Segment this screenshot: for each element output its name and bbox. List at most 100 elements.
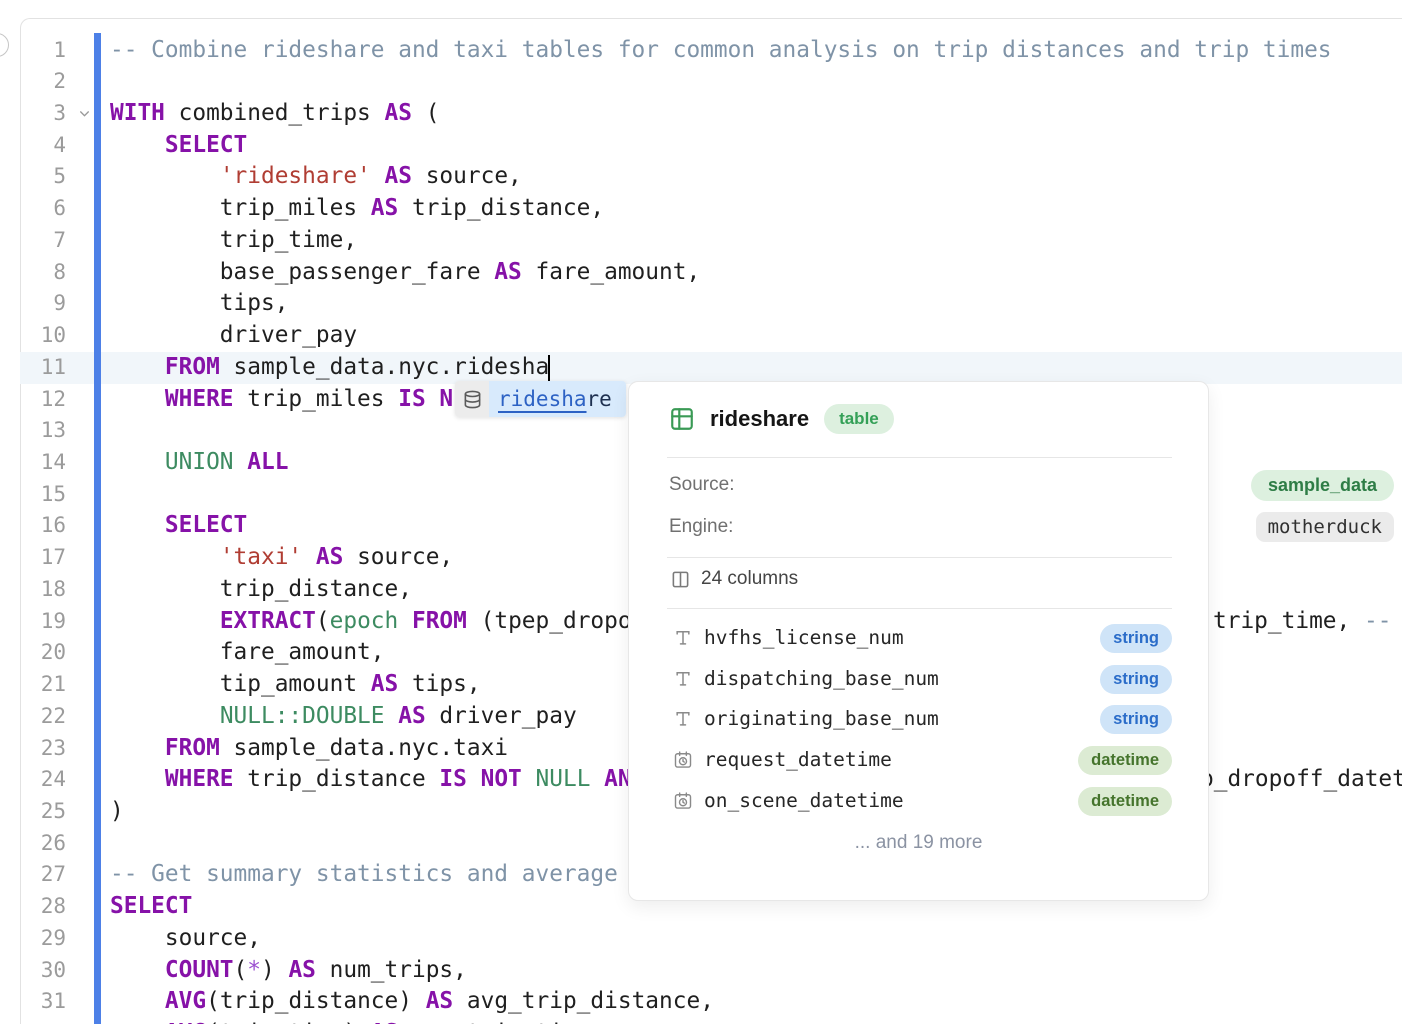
divider	[667, 557, 1172, 558]
code-line[interactable]: tips,	[20, 288, 1402, 320]
code-token	[110, 163, 220, 189]
code-token: IS	[398, 386, 425, 412]
code-token: 'taxi'	[220, 544, 302, 570]
code-token: AVG	[165, 1020, 206, 1024]
code-token: FROM	[412, 608, 467, 634]
line-number: 12	[20, 384, 66, 416]
code-line[interactable]: -- Combine rideshare and taxi tables for…	[20, 35, 1402, 67]
line-number: 13	[20, 415, 66, 447]
code-token: source,	[110, 925, 261, 951]
autocomplete-popup[interactable]: rideshare	[455, 381, 626, 417]
code-line[interactable]: trip_time,	[20, 225, 1402, 257]
source-row: Source: sample_data	[669, 474, 1402, 496]
line-number: 15	[20, 479, 66, 511]
column-row: originating_base_numstring	[629, 700, 1208, 741]
code-line[interactable]: source,	[20, 923, 1402, 955]
code-token: fare_amount,	[110, 639, 385, 665]
active-code-line[interactable]: FROM sample_data.nyc.ridesha	[20, 352, 1402, 384]
clipped-ui-fragment	[0, 33, 9, 57]
line-number: 28	[20, 891, 66, 923]
text-cursor	[548, 355, 550, 381]
autocomplete-item-rideshare[interactable]: rideshare	[489, 381, 626, 417]
column-row: dispatching_base_numstring	[629, 660, 1208, 701]
code-token	[110, 988, 165, 1014]
code-token	[302, 544, 316, 570]
code-line[interactable]	[20, 66, 1402, 98]
code-token	[590, 766, 604, 792]
code-token	[398, 608, 412, 634]
code-line[interactable]: SELECT	[20, 130, 1402, 162]
code-line[interactable]: trip_miles AS trip_distance,	[20, 193, 1402, 225]
line-number: 29	[20, 923, 66, 955]
column-type-badge: string	[1100, 705, 1172, 734]
code-token	[110, 132, 165, 158]
code-token	[110, 735, 165, 761]
code-token: IS	[439, 766, 466, 792]
autocomplete-match-text: ridesha	[498, 387, 587, 411]
line-number: 32	[20, 1018, 66, 1024]
code-token: sample_data.nyc.taxi	[220, 735, 508, 761]
code-line[interactable]: WITH combined_trips AS (	[20, 98, 1402, 130]
line-number: 21	[20, 669, 66, 701]
code-line[interactable]: driver_pay	[20, 320, 1402, 352]
code-token	[110, 449, 165, 475]
code-token: NULL	[536, 766, 591, 792]
code-token	[385, 703, 399, 729]
line-number: 27	[20, 859, 66, 891]
code-token: sample_data.nyc.ridesha	[220, 354, 549, 380]
divider	[667, 457, 1172, 458]
code-token: AS	[494, 259, 521, 285]
code-token: (trip_distance)	[206, 988, 426, 1014]
table-title: rideshare	[710, 406, 809, 432]
code-token: WHERE	[165, 386, 234, 412]
code-token: AS	[371, 195, 398, 221]
code-token: (tpep_dropo	[467, 608, 632, 634]
code-token: UNION	[165, 449, 234, 475]
code-token: driver_pay	[426, 703, 577, 729]
code-token: (	[316, 608, 330, 634]
code-line[interactable]: AVG(trip_distance) AS avg_trip_distance,	[20, 986, 1402, 1018]
code-line[interactable]: base_passenger_fare AS fare_amount,	[20, 257, 1402, 289]
line-number: 3	[20, 98, 66, 130]
columns-icon	[671, 570, 690, 589]
line-number: 1	[20, 35, 66, 67]
code-line[interactable]: AVG(trip_time) AS avg_trip_time,	[20, 1018, 1402, 1024]
code-token: combined_trips	[165, 100, 385, 126]
code-line[interactable]: 'rideshare' AS source,	[20, 161, 1402, 193]
code-token: trip_time,	[1213, 608, 1364, 634]
code-token	[110, 354, 165, 380]
code-token: AS	[288, 957, 315, 983]
line-number: 7	[20, 225, 66, 257]
code-line[interactable]: COUNT(*) AS num_trips,	[20, 955, 1402, 987]
code-token: base_passenger_fare	[110, 259, 494, 285]
code-token: FROM	[165, 735, 220, 761]
divider	[667, 608, 1172, 609]
line-number: 20	[20, 637, 66, 669]
code-token: AS	[385, 100, 412, 126]
line-number: 17	[20, 542, 66, 574]
code-token: NOT	[481, 766, 522, 792]
line-number: 9	[20, 288, 66, 320]
code-token: WITH	[110, 100, 165, 126]
code-token: tips,	[398, 671, 480, 697]
line-number: 18	[20, 574, 66, 606]
text-type-icon	[673, 628, 693, 648]
code-token: avg_trip_distance,	[453, 988, 714, 1014]
engine-row: Engine: motherduck	[669, 516, 1402, 538]
fold-chevron-icon[interactable]	[76, 98, 92, 130]
engine-label: Engine:	[669, 516, 733, 537]
datetime-type-icon	[673, 791, 693, 811]
code-token: EXTRACT	[220, 608, 316, 634]
column-row: hvfhs_license_numstring	[629, 619, 1208, 660]
column-type-badge: datetime	[1078, 746, 1172, 775]
code-token: WHERE	[165, 766, 234, 792]
code-token	[371, 163, 385, 189]
code-token: trip_time,	[110, 227, 357, 253]
code-token: (trip_time)	[206, 1020, 371, 1024]
column-type-badge: string	[1100, 624, 1172, 653]
line-number: 5	[20, 161, 66, 193]
code-token: 'rideshare'	[220, 163, 371, 189]
source-label: Source:	[669, 474, 734, 495]
code-token: source,	[343, 544, 453, 570]
code-token: AVG	[165, 988, 206, 1014]
